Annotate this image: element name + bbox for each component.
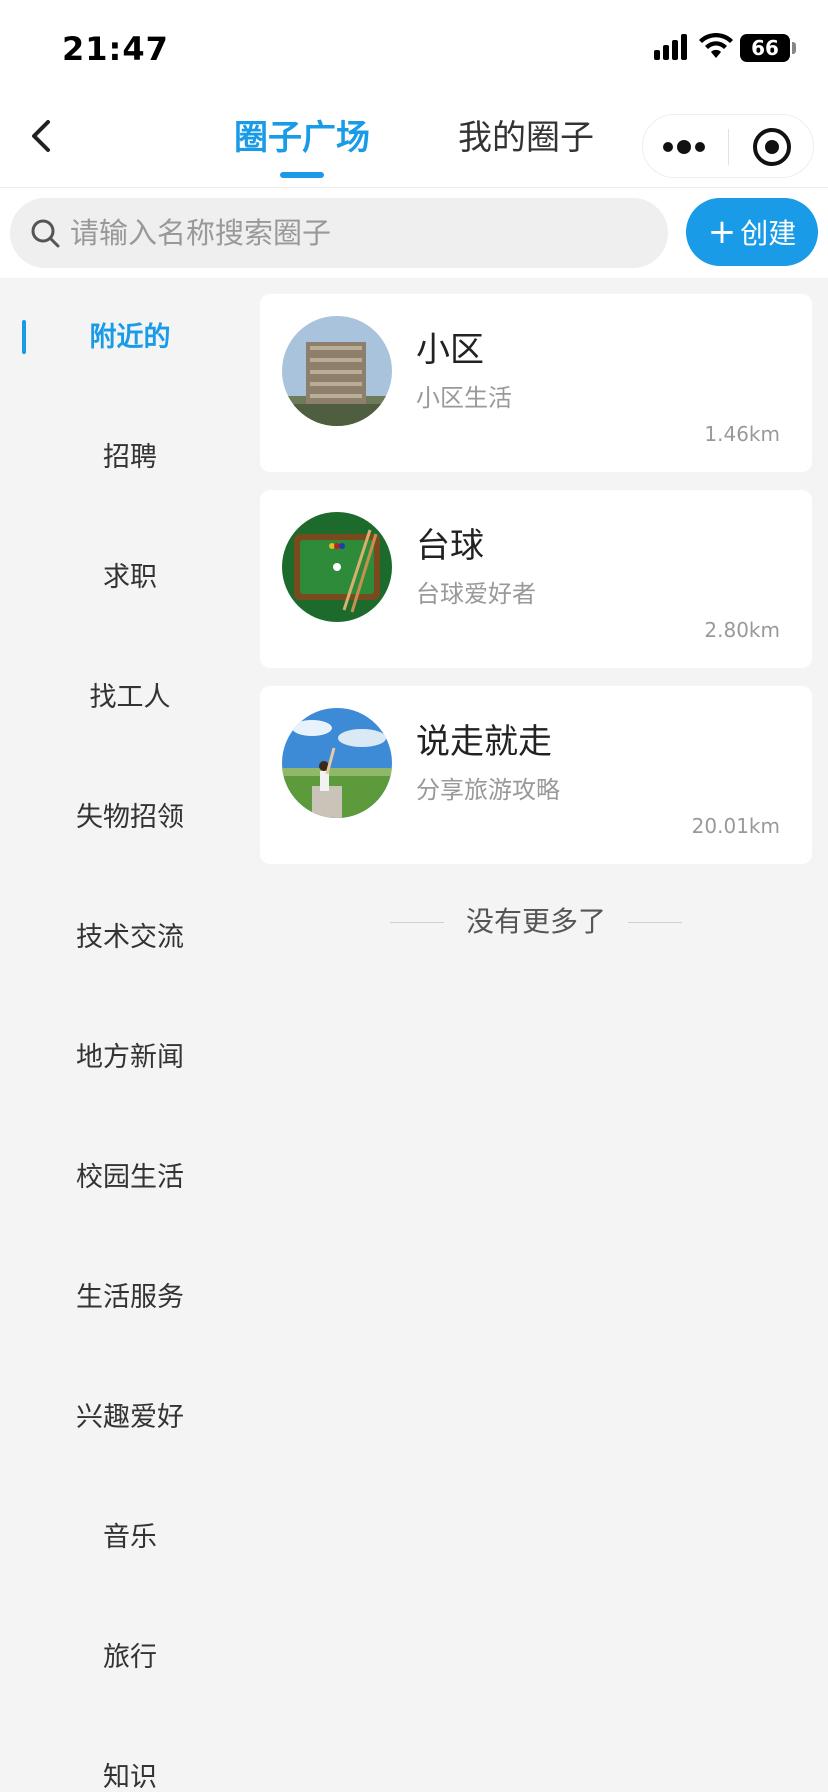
circle-distance: 1.46km [704,422,780,446]
create-button-label: 创建 [740,217,797,250]
search-icon [31,219,60,248]
sidebar-item-lost-found[interactable]: 失物招领 [0,758,260,878]
circle-subtitle: 小区生活 [416,384,512,412]
nav-bar: 圈子广场 我的圈子 [0,96,828,188]
tab-my-circles[interactable]: 我的圈子 [458,116,594,160]
more-icon[interactable] [663,133,709,161]
sidebar-item-local-news[interactable]: 地方新闻 [0,998,260,1118]
sidebar-item-travel[interactable]: 旅行 [0,1598,260,1718]
status-bar: 21:47 66 [0,0,828,96]
category-sidebar: 附近的 招聘 求职 找工人 失物招领 技术交流 地方新闻 校园生活 生活服务 兴… [0,278,260,1792]
building-photo-icon [282,316,392,426]
miniprogram-capsule [642,114,814,178]
sidebar-item-music[interactable]: 音乐 [0,1478,260,1598]
circle-card[interactable]: 小区 小区生活 1.46km [260,294,812,472]
back-icon[interactable] [22,114,62,158]
close-target-icon[interactable] [753,128,791,166]
circle-distance: 20.01km [691,814,780,838]
create-button[interactable]: + 创建 [686,198,818,266]
divider-line-right [628,922,682,923]
sidebar-item-job-seeking[interactable]: 求职 [0,518,260,638]
billiards-table-photo-icon [282,512,392,622]
tab-circle-square[interactable]: 圈子广场 [234,116,370,160]
battery-icon: 66 [740,34,790,62]
circle-title: 说走就走 [416,722,552,762]
sidebar-item-find-workers[interactable]: 找工人 [0,638,260,758]
circle-title: 台球 [416,526,484,566]
divider-line-left [390,922,444,923]
search-box[interactable] [10,198,668,268]
sidebar-item-recruit[interactable]: 招聘 [0,398,260,518]
circle-card[interactable]: 说走就走 分享旅游攻略 20.01km [260,686,812,864]
search-input[interactable] [70,198,650,268]
sidebar-item-nearby[interactable]: 附近的 [0,278,260,398]
circle-distance: 2.80km [704,618,780,642]
search-area: +创建 [0,188,828,278]
sidebar-item-life-services[interactable]: 生活服务 [0,1238,260,1358]
sidebar-item-hobbies[interactable]: 兴趣爱好 [0,1358,260,1478]
no-more-indicator: 没有更多了 [390,900,682,944]
sidebar-item-knowledge[interactable]: 知识 [0,1718,260,1792]
circle-title: 小区 [416,330,484,370]
travel-landscape-photo-icon [282,708,392,818]
battery-tip [792,42,796,54]
no-more-text: 没有更多了 [466,905,607,938]
capsule-divider [728,129,729,165]
status-time: 21:47 [62,30,169,68]
cellular-signal-icon [654,34,688,60]
plus-icon: + [707,212,737,252]
active-tab-indicator [280,172,324,178]
circle-subtitle: 台球爱好者 [416,580,536,608]
wifi-icon [699,32,733,58]
sidebar-item-tech[interactable]: 技术交流 [0,878,260,998]
sidebar-item-campus[interactable]: 校园生活 [0,1118,260,1238]
circle-subtitle: 分享旅游攻略 [416,776,560,804]
circle-card[interactable]: 台球 台球爱好者 2.80km [260,490,812,668]
